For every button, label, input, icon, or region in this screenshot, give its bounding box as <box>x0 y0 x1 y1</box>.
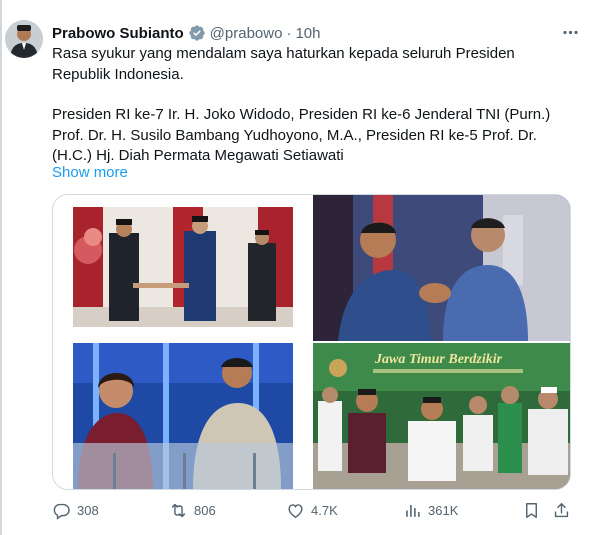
views-button[interactable]: 361K <box>403 498 458 522</box>
like-button[interactable]: 4.7K <box>286 498 338 522</box>
show-more-link[interactable]: Show more <box>52 164 128 181</box>
views-bar-chart-icon <box>406 504 420 517</box>
avatar[interactable] <box>5 20 43 58</box>
share-button[interactable] <box>552 498 577 522</box>
photo-2[interactable] <box>313 195 570 341</box>
photo-4-banner-text: Jawa Timur Berdzikir <box>374 352 503 367</box>
reply-count: 308 <box>77 502 99 518</box>
author-name[interactable]: Prabowo Subianto <box>52 25 184 42</box>
views-count: 361K <box>428 502 459 518</box>
share-icon <box>554 502 569 517</box>
tweet-paragraph-1: Rasa syukur yang mendalam saya haturkan … <box>52 45 515 83</box>
repost-count: 806 <box>194 502 216 518</box>
photo-3-image <box>53 343 310 489</box>
photo-3[interactable] <box>53 343 310 489</box>
like-count: 4.7K <box>311 502 338 518</box>
repost-icon <box>171 503 186 517</box>
repost-button[interactable]: 806 <box>169 498 216 522</box>
tweet-actions: 308 806 4.7K 361K <box>52 498 577 522</box>
tweet-text: Rasa syukur yang mendalam saya haturkan … <box>52 44 577 167</box>
tweet-paragraph-2: Presiden RI ke-7 Ir. H. Joko Widodo, Pre… <box>52 106 551 164</box>
bookmark-button[interactable] <box>522 498 547 522</box>
reply-button[interactable]: 308 <box>52 498 99 522</box>
verified-badge-icon <box>188 24 206 42</box>
thread-line <box>0 0 2 535</box>
reply-icon <box>53 503 70 520</box>
tweet-header: Prabowo Subianto @prabowo · 10h <box>52 22 320 44</box>
author-handle[interactable]: @prabowo <box>210 25 283 42</box>
post-time[interactable]: 10h <box>295 25 320 42</box>
photo-4-image: Jawa Timur Berdzikir <box>313 343 570 489</box>
photo-4[interactable]: Jawa Timur Berdzikir <box>313 343 570 489</box>
more-options-button[interactable] <box>556 18 584 46</box>
more-icon <box>562 30 578 34</box>
separator-dot: · <box>286 24 292 42</box>
media-grid: Jawa Timur Berdzikir <box>52 194 571 490</box>
photo-2-image <box>313 195 570 341</box>
bookmark-icon <box>526 502 537 518</box>
photo-1-image <box>53 195 310 341</box>
heart-icon <box>288 503 303 518</box>
avatar-image <box>5 20 43 58</box>
tweet[interactable]: Prabowo Subianto @prabowo · 10h Rasa syu… <box>0 0 595 535</box>
photo-1[interactable] <box>53 195 310 341</box>
